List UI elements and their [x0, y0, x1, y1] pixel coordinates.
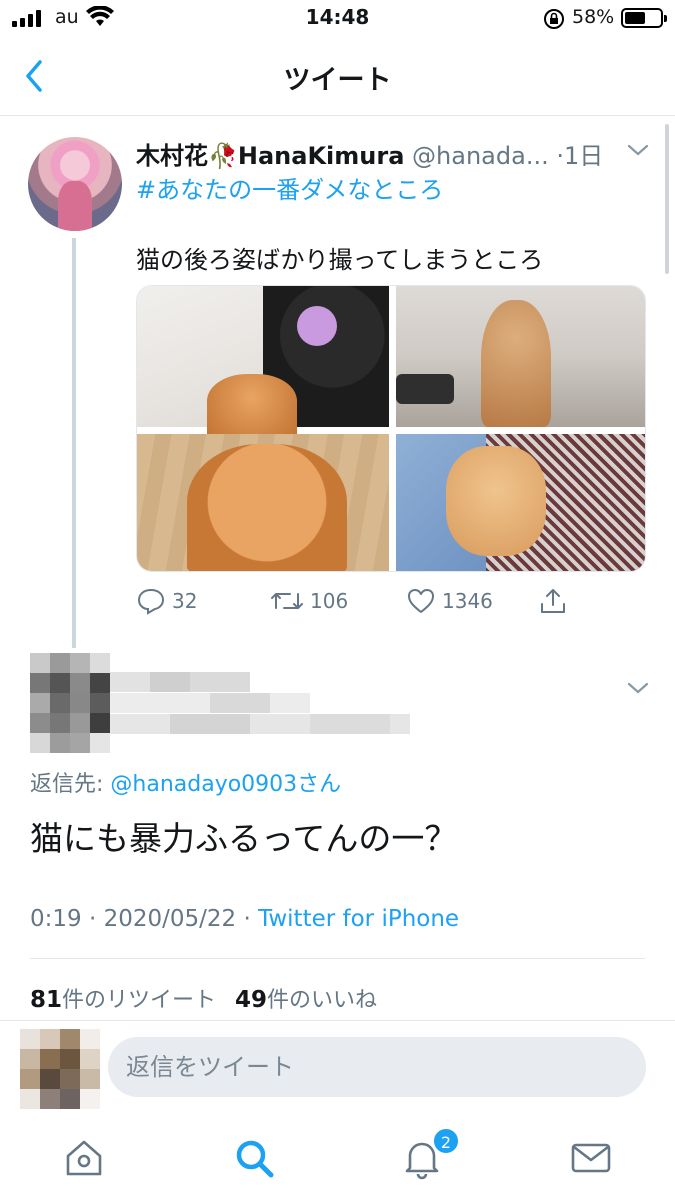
- meta-separator: ·: [236, 906, 259, 932]
- divider: [30, 958, 645, 959]
- media-grid: [136, 285, 646, 572]
- mention-link[interactable]: @hanadayo0903さん: [110, 772, 341, 797]
- heart-icon: [408, 589, 434, 613]
- page-title: ツイート: [283, 65, 392, 96]
- reply-text: 猫にも暴力ふるってんの一？: [30, 819, 458, 858]
- tweet-time: 0:19: [30, 906, 82, 932]
- like-stat[interactable]: 49件のいいね: [235, 987, 378, 1013]
- media-photo-4[interactable]: [396, 434, 645, 571]
- share-button[interactable]: [538, 586, 568, 616]
- meta-separator: ·: [81, 906, 104, 932]
- reply-button[interactable]: 32: [136, 586, 197, 616]
- reply-count: 32: [172, 589, 198, 613]
- tweet-date: 2020/05/22: [103, 906, 237, 932]
- reply-to-prefix: 返信先:: [30, 772, 111, 797]
- retweet-icon: [271, 593, 303, 609]
- tweet-actions: 32 106 1346: [136, 586, 576, 620]
- share-icon: [541, 589, 565, 613]
- tab-bar: [0, 1112, 675, 1200]
- retweet-stat[interactable]: 81件のリツイート: [30, 987, 217, 1013]
- media-photo-2[interactable]: [396, 286, 645, 427]
- avatar[interactable]: [28, 137, 122, 231]
- search-icon[interactable]: [230, 1134, 278, 1182]
- battery-icon: [621, 8, 667, 28]
- tweet-meta: 0:19 · 2020/05/22 · Twitter for iPhone: [30, 906, 459, 932]
- like-total: 49: [235, 987, 268, 1013]
- tweet-stats: 81件のリツイート 49件のいいね: [30, 982, 377, 1014]
- media-photo-1[interactable]: [137, 286, 389, 434]
- rotation-lock-icon: [544, 9, 564, 29]
- retweet-button[interactable]: 106: [270, 586, 348, 616]
- reply-user-name[interactable]: [110, 672, 410, 734]
- reply-icon: [137, 588, 165, 615]
- chevron-down-icon[interactable]: [626, 678, 650, 698]
- like-count: 1346: [442, 589, 493, 613]
- media-photo-3[interactable]: [137, 434, 389, 571]
- source-link[interactable]: Twitter for iPhone: [258, 906, 459, 932]
- nav-bar: ツイート: [0, 40, 675, 116]
- reply-input[interactable]: [108, 1037, 646, 1097]
- reply-to-line: 返信先: @hanadayo0903さん: [30, 766, 341, 798]
- retweet-label: 件のリツイート: [62, 988, 217, 1013]
- messages-icon[interactable]: [567, 1134, 615, 1182]
- tweet-header: 木村花🥀HanaKimura @hanada... ·1日: [136, 136, 656, 170]
- reply-composer: [0, 1020, 675, 1112]
- like-label: 件のいいね: [267, 988, 378, 1013]
- display-name[interactable]: 木村花🥀HanaKimura: [136, 142, 404, 170]
- retweet-count: 106: [310, 589, 349, 613]
- status-bar: au 14:48 58%: [0, 0, 675, 40]
- notification-badge: 2: [432, 1127, 460, 1155]
- retweet-total: 81: [30, 987, 63, 1013]
- avatar[interactable]: [20, 1029, 100, 1109]
- avatar[interactable]: [30, 653, 110, 753]
- like-button[interactable]: 1346: [406, 586, 493, 616]
- chevron-down-icon[interactable]: [626, 140, 650, 160]
- scrollbar[interactable]: [665, 124, 669, 274]
- home-icon[interactable]: [60, 1134, 108, 1182]
- tweet-text: 猫の後ろ姿ばかり撮ってしまうところ: [136, 246, 544, 274]
- thread-line: [72, 238, 76, 648]
- user-handle[interactable]: @hanada...: [412, 142, 549, 170]
- hashtag-link[interactable]: #あなたの一番ダメなところ: [136, 170, 443, 205]
- tweet-time: ·1日: [556, 142, 604, 170]
- battery-percent: 58%: [572, 6, 615, 28]
